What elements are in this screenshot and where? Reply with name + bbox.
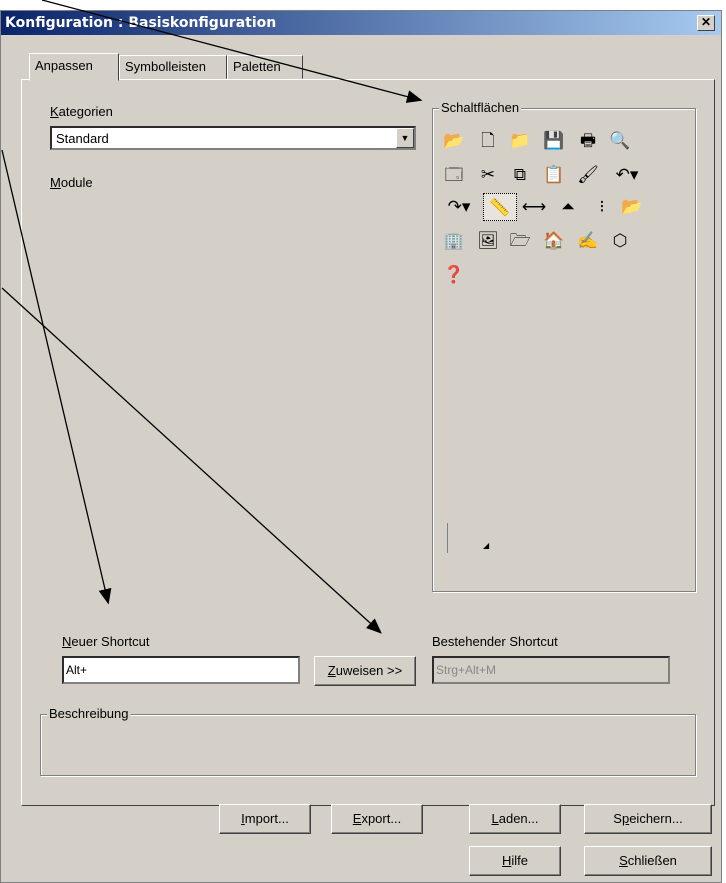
- property-icon[interactable]: 🏠: [541, 227, 567, 253]
- print-icon[interactable]: 🖶: [575, 127, 601, 153]
- neuer-shortcut-value: Alt+: [66, 663, 88, 677]
- undo-icon[interactable]: ↶▾: [607, 161, 647, 187]
- image-icon[interactable]: 🖼: [475, 227, 501, 253]
- building-icon[interactable]: 🏢: [441, 227, 467, 253]
- schaltflaechen-title: Schaltflächen: [439, 100, 522, 115]
- title-bar[interactable]: Konfiguration : Basiskonfiguration ✕: [1, 11, 721, 35]
- import-button[interactable]: Import...: [219, 804, 311, 834]
- help-icon[interactable]: ❓: [441, 261, 467, 287]
- close-button[interactable]: ✕: [697, 15, 715, 31]
- copy-icon[interactable]: ⧉: [507, 161, 533, 187]
- close-icon: ✕: [700, 15, 712, 29]
- open-project-icon[interactable]: 📂: [441, 127, 467, 153]
- laden-button[interactable]: Laden...: [469, 804, 561, 834]
- open-folder-icon[interactable]: 📁: [507, 127, 533, 153]
- speichern-button[interactable]: Speichern...: [584, 804, 712, 834]
- kategorien-selected-value: Standard: [56, 131, 109, 146]
- redo-icon[interactable]: ↷▾: [439, 193, 479, 219]
- neuer-shortcut-input[interactable]: Alt+: [62, 656, 300, 684]
- tab-anpassen[interactable]: Anpassen: [29, 53, 119, 81]
- neuer-shortcut-label: Neuer Shortcut: [62, 634, 150, 649]
- window-title: Konfiguration : Basiskonfiguration: [5, 15, 277, 31]
- bestehender-shortcut-label: Bestehender Shortcut: [432, 634, 558, 649]
- tab-paletten[interactable]: Paletten: [227, 55, 303, 79]
- save-icon[interactable]: 💾: [541, 127, 567, 153]
- hilfe-button[interactable]: Hilfe: [469, 846, 561, 876]
- module-label: Module: [50, 175, 93, 190]
- configuration-dialog: Konfiguration : Basiskonfiguration ✕ Anp…: [0, 10, 722, 883]
- draw-icon[interactable]: ✍: [575, 227, 601, 253]
- window-icon[interactable]: 🗔: [441, 161, 467, 187]
- schaltflaechen-group: Schaltflächen 📂 🗋 📁 💾 🖶 🔍 🗔 ✂ ⧉ 📋 🖌 ↶▾ ↷…: [432, 100, 696, 592]
- 3d-object-icon[interactable]: ⬡: [607, 227, 633, 253]
- tab-symbolleisten[interactable]: Symbolleisten: [119, 55, 227, 79]
- bestehender-shortcut-value: Strg+Alt+M: [436, 663, 497, 677]
- elevation-icon[interactable]: ⏶: [555, 193, 581, 219]
- chevron-down-icon[interactable]: ▼: [396, 128, 414, 148]
- marker-icon[interactable]: ⁝: [589, 193, 615, 219]
- kategorien-label: Kategorien: [50, 104, 113, 119]
- resize-grip-icon: ◢: [483, 541, 490, 550]
- bestehender-shortcut-field: Strg+Alt+M: [432, 656, 670, 684]
- new-document-icon[interactable]: 🗋: [475, 127, 501, 153]
- dimension-icon[interactable]: ⟷: [521, 193, 547, 219]
- paste-icon[interactable]: 📋: [541, 161, 567, 187]
- kategorien-select[interactable]: Standard ▼: [50, 126, 416, 150]
- cut-icon[interactable]: ✂: [475, 161, 501, 187]
- export-button[interactable]: Export...: [331, 804, 423, 834]
- print-preview-icon[interactable]: 🔍: [607, 127, 633, 153]
- zuweisen-button[interactable]: Zuweisen >>: [314, 656, 416, 686]
- import-icon[interactable]: 📂: [619, 193, 645, 219]
- scroll-divider: [447, 523, 448, 553]
- tab-panel-anpassen: Kategorien Standard ▼ Module Schaltfläch…: [21, 79, 715, 806]
- beschreibung-group: Beschreibung: [40, 706, 696, 776]
- measure-tool-icon[interactable]: 📏: [483, 193, 517, 221]
- text-folder-icon[interactable]: 🗁: [507, 227, 533, 253]
- beschreibung-title: Beschreibung: [47, 706, 131, 721]
- schliessen-button[interactable]: Schließen: [584, 846, 712, 876]
- format-painter-icon[interactable]: 🖌: [575, 161, 601, 187]
